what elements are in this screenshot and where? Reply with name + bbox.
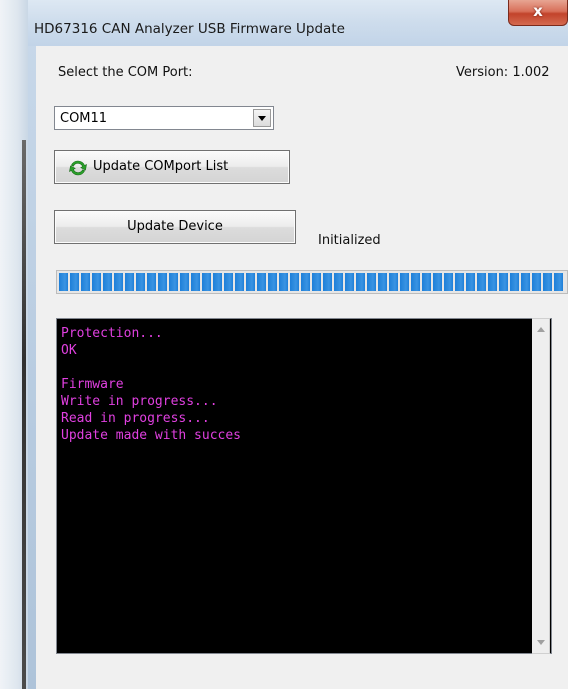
log-output[interactable]: Protection... OK Firmware Write in progress…	[56, 318, 552, 654]
update-comport-list-button[interactable]: Update COMport List	[54, 150, 290, 184]
log-line: Read in progress...	[61, 411, 210, 426]
close-icon: x	[533, 2, 543, 20]
update-device-label: Update Device	[127, 219, 223, 234]
com-port-label: Select the COM Port:	[58, 65, 193, 80]
window-frame: HD67316 CAN Analyzer USB Firmware Update…	[0, 0, 568, 689]
log-line: Protection...	[61, 326, 163, 341]
com-port-select[interactable]: COM11	[54, 106, 274, 130]
scroll-up-arrow-icon[interactable]	[537, 327, 545, 332]
com-port-selected-value: COM11	[60, 111, 108, 126]
background-window-edge	[0, 0, 28, 689]
log-line: Firmware	[61, 377, 124, 392]
progress-bar	[56, 270, 568, 294]
dialog-client-area: Select the COM Port: Version: 1.002 COM1…	[36, 46, 568, 689]
log-line: Update made with succes	[61, 428, 242, 443]
progress-fill	[59, 273, 565, 291]
log-line: Write in progress...	[61, 394, 218, 409]
refresh-icon	[69, 160, 87, 176]
update-device-button[interactable]: Update Device	[54, 210, 296, 244]
log-line: OK	[61, 343, 77, 358]
update-comport-list-label: Update COMport List	[93, 159, 229, 174]
background-window-strip	[22, 140, 26, 689]
log-lines: Protection... OK Firmware Write in progress…	[61, 325, 241, 444]
window-title: HD67316 CAN Analyzer USB Firmware Update	[34, 21, 345, 37]
scroll-down-arrow-icon[interactable]	[537, 640, 545, 645]
close-button[interactable]: x	[508, 0, 568, 26]
chevron-down-icon[interactable]	[253, 109, 271, 127]
status-text: Initialized	[318, 233, 381, 248]
version-label: Version: 1.002	[456, 65, 550, 80]
log-scrollbar[interactable]	[532, 318, 550, 654]
